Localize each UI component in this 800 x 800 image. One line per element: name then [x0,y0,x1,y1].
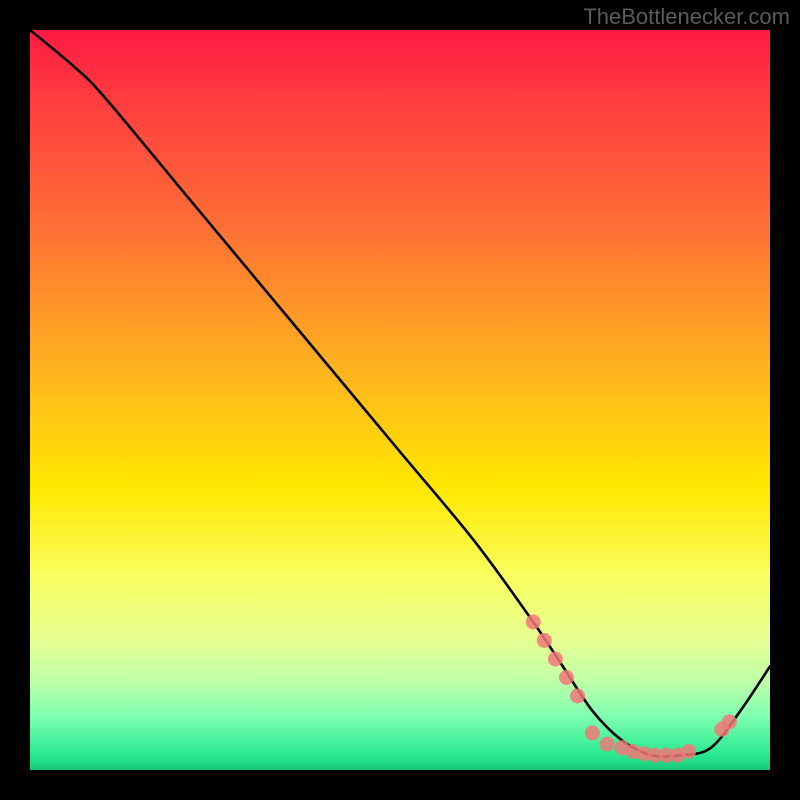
curve-marker [615,740,630,755]
curve-marker [526,615,541,630]
curve-marker [600,737,615,752]
curve-marker [714,722,729,737]
chart-container: TheBottlenecker.com [0,0,800,800]
curve-marker [626,744,641,759]
curve-markers [526,615,737,763]
curve-layer [30,30,770,770]
curve-marker [659,748,674,763]
curve-marker [570,689,585,704]
plot-area [30,30,770,770]
attribution-label: TheBottlenecker.com [583,4,790,30]
bottleneck-curve [30,30,770,757]
curve-marker [648,748,663,763]
curve-marker [537,633,552,648]
curve-marker [637,746,652,761]
curve-marker [681,744,696,759]
curve-marker [722,714,737,729]
curve-marker [670,748,685,763]
curve-marker [559,670,574,685]
curve-marker [548,652,563,667]
curve-marker [585,726,600,741]
